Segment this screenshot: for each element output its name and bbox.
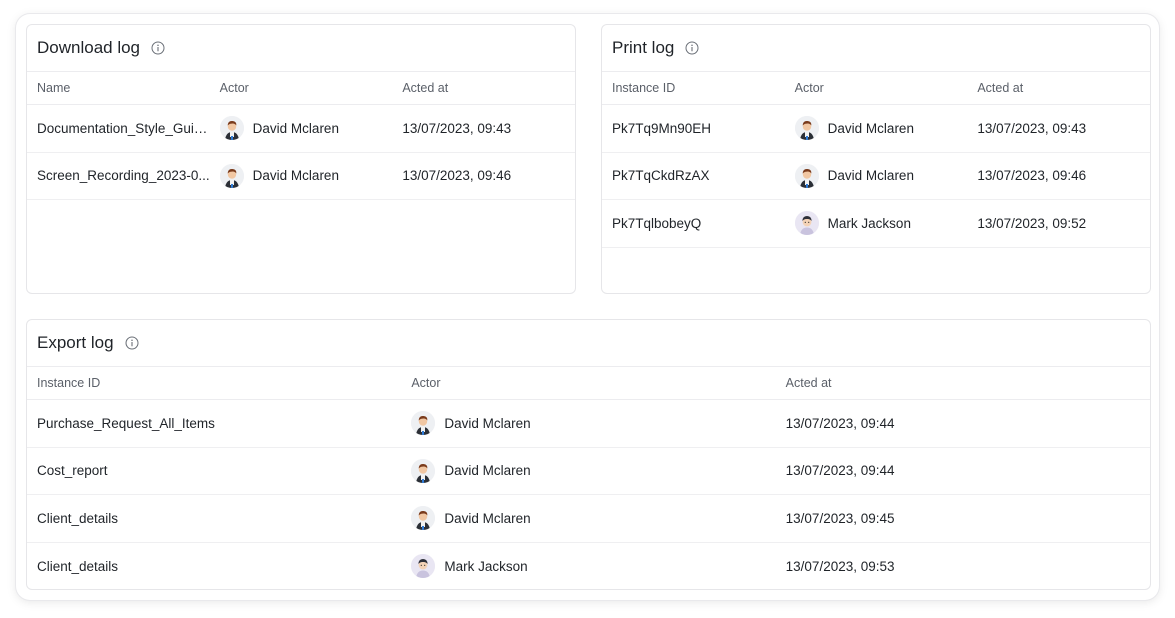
actor-cell: David Mclaren	[210, 116, 393, 141]
acted-at: 13/07/2023, 09:43	[977, 120, 1087, 136]
acted-at: 13/07/2023, 09:43	[402, 120, 512, 136]
actor-cell: Mark Jackson	[785, 211, 968, 236]
table-row[interactable]: Purchase_Request_All_Items David Mclaren…	[27, 400, 1150, 448]
column-header-actor[interactable]: Actor	[210, 81, 393, 95]
avatar-icon	[794, 211, 819, 236]
print-log-card: Print log Instance ID Actor Acted at Pk7…	[601, 24, 1151, 294]
column-header-actor[interactable]: Actor	[785, 81, 968, 95]
instance-id: Cost_report	[37, 463, 108, 479]
actor-cell: David Mclaren	[401, 506, 775, 531]
column-header-name[interactable]: Name	[27, 81, 210, 95]
column-header-instance-id[interactable]: Instance ID	[27, 376, 401, 390]
acted-at: 13/07/2023, 09:44	[785, 463, 895, 479]
acted-at: 13/07/2023, 09:52	[977, 215, 1087, 231]
print-log-header: Print log	[602, 25, 1150, 72]
actor-name: David Mclaren	[444, 510, 531, 526]
download-log-title: Download log	[37, 38, 141, 57]
actor-cell: David Mclaren	[210, 163, 393, 188]
download-log-card: Download log Name Actor Acted at Documen…	[26, 24, 576, 294]
column-header-acted-at[interactable]: Acted at	[967, 81, 1150, 95]
avatar-icon	[794, 163, 819, 188]
avatar-icon	[219, 116, 244, 141]
export-log-column-headers: Instance ID Actor Acted at	[27, 367, 1150, 400]
table-row[interactable]: Pk7TqlbobeyQ Mark Jackson 13/07/2023, 09…	[602, 200, 1150, 248]
instance-id: Client_details	[37, 558, 119, 574]
column-header-actor[interactable]: Actor	[401, 376, 775, 390]
download-log-rows: Documentation_Style_Guid... David Mclare…	[27, 105, 575, 200]
column-header-instance-id[interactable]: Instance ID	[602, 81, 785, 95]
instance-id: Purchase_Request_All_Items	[37, 415, 215, 431]
avatar-icon	[411, 506, 436, 531]
instance-id: Pk7TqlbobeyQ	[612, 215, 702, 231]
table-row[interactable]: Client_details Mark Jackson 13/07/2023, …	[27, 543, 1150, 590]
avatar-icon	[219, 163, 244, 188]
acted-at: 13/07/2023, 09:53	[785, 558, 895, 574]
acted-at: 13/07/2023, 09:46	[977, 168, 1087, 184]
actor-name: David Mclaren	[252, 168, 339, 184]
avatar-icon	[411, 411, 436, 436]
file-name: Documentation_Style_Guid...	[37, 120, 210, 136]
export-log-rows: Purchase_Request_All_Items David Mclaren…	[27, 400, 1150, 590]
print-log-title: Print log	[612, 38, 675, 57]
table-row[interactable]: Pk7TqCkdRzAX David Mclaren 13/07/2023, 0…	[602, 153, 1150, 200]
export-log-title: Export log	[37, 333, 114, 352]
actor-name: David Mclaren	[827, 120, 914, 136]
actor-cell: David Mclaren	[785, 163, 968, 188]
actor-name: David Mclaren	[252, 120, 339, 136]
actor-name: David Mclaren	[827, 168, 914, 184]
table-row[interactable]: Screen_Recording_2023-0... David Mclaren…	[27, 153, 575, 200]
file-name: Screen_Recording_2023-0...	[37, 168, 210, 184]
column-header-acted-at[interactable]: Acted at	[776, 376, 1150, 390]
info-icon[interactable]	[685, 41, 699, 55]
download-log-header: Download log	[27, 25, 575, 72]
avatar-icon	[411, 554, 436, 579]
acted-at: 13/07/2023, 09:46	[402, 168, 512, 184]
actor-cell: David Mclaren	[785, 116, 968, 141]
instance-id: Client_details	[37, 510, 119, 526]
actor-name: David Mclaren	[444, 415, 531, 431]
instance-id: Pk7Tq9Mn90EH	[612, 120, 712, 136]
actor-cell: David Mclaren	[401, 458, 775, 483]
actor-name: Mark Jackson	[827, 215, 911, 231]
info-icon[interactable]	[151, 41, 165, 55]
acted-at: 13/07/2023, 09:45	[785, 510, 895, 526]
avatar-icon	[794, 116, 819, 141]
instance-id: Pk7TqCkdRzAX	[612, 168, 710, 184]
export-log-card: Export log Instance ID Actor Acted at Pu…	[26, 319, 1151, 590]
acted-at: 13/07/2023, 09:44	[785, 415, 895, 431]
table-row[interactable]: Pk7Tq9Mn90EH David Mclaren 13/07/2023, 0…	[602, 105, 1150, 153]
table-row[interactable]: Client_details David Mclaren 13/07/2023,…	[27, 495, 1150, 543]
actor-cell: Mark Jackson	[401, 554, 775, 579]
actor-name: David Mclaren	[444, 463, 531, 479]
avatar-icon	[411, 458, 436, 483]
column-header-acted-at[interactable]: Acted at	[392, 81, 575, 95]
print-log-column-headers: Instance ID Actor Acted at	[602, 72, 1150, 105]
table-row[interactable]: Cost_report David Mclaren 13/07/2023, 09…	[27, 448, 1150, 495]
print-log-rows: Pk7Tq9Mn90EH David Mclaren 13/07/2023, 0…	[602, 105, 1150, 248]
table-row[interactable]: Documentation_Style_Guid... David Mclare…	[27, 105, 575, 153]
download-log-column-headers: Name Actor Acted at	[27, 72, 575, 105]
info-icon[interactable]	[125, 336, 139, 350]
actor-name: Mark Jackson	[444, 558, 528, 574]
export-log-header: Export log	[27, 320, 1150, 367]
actor-cell: David Mclaren	[401, 411, 775, 436]
